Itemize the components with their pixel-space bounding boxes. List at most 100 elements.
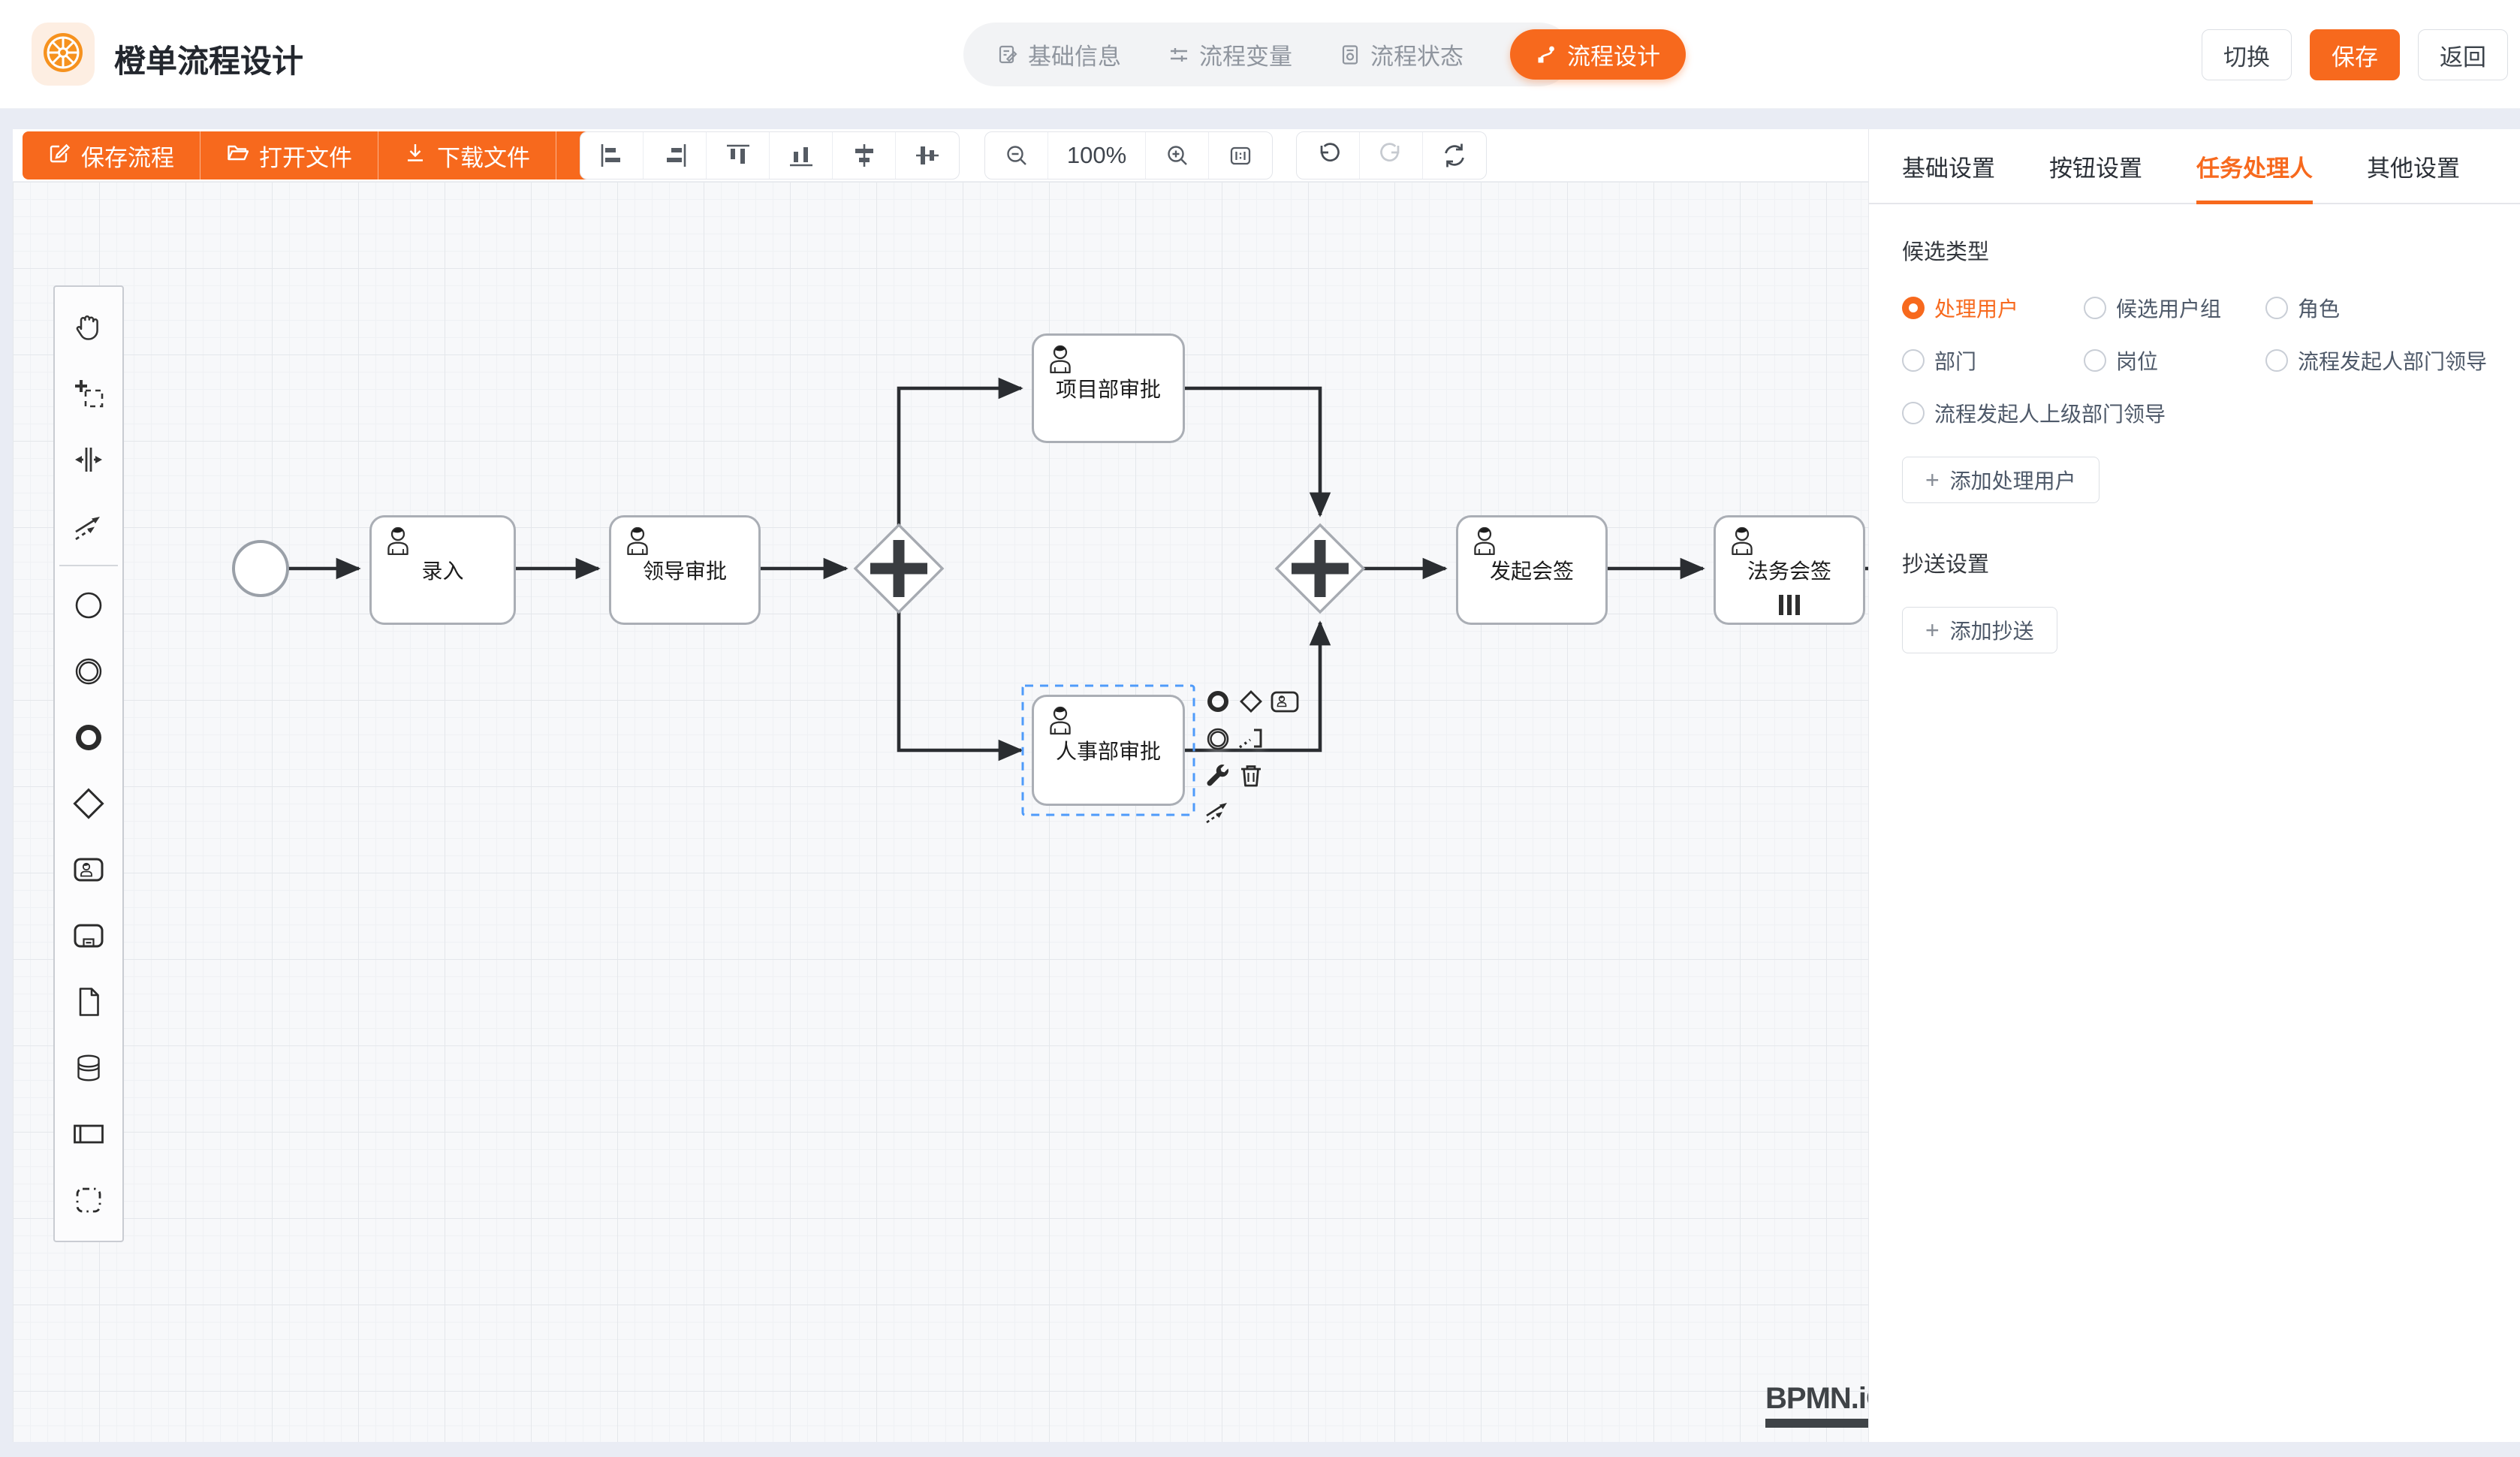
- create-data-store-icon[interactable]: [55, 1035, 122, 1101]
- radio-department[interactable]: 部门: [1902, 345, 2084, 376]
- status-icon: [1339, 44, 1361, 66]
- create-user-task-icon[interactable]: [55, 837, 122, 903]
- trash-icon[interactable]: [1237, 762, 1265, 790]
- download-file-button[interactable]: 下载文件: [378, 131, 556, 179]
- radio-initiator-dept-leader[interactable]: 流程发起人部门领导: [2265, 345, 2487, 376]
- button-label: 下载文件: [437, 139, 530, 173]
- start-event[interactable]: [234, 541, 288, 596]
- properties-panel: 基础设置 按钮设置 任务处理人 其他设置 候选类型 处理用户 候选用户组 角色: [1868, 129, 2520, 1442]
- history-button-group: [1296, 131, 1487, 179]
- add-cc-button[interactable]: + 添加抄送: [1902, 607, 2057, 653]
- task-node[interactable]: 项目部审批: [1032, 333, 1185, 443]
- task-node[interactable]: 录入: [369, 515, 516, 625]
- global-connect-tool-icon[interactable]: [55, 493, 122, 559]
- form-icon: [996, 44, 1019, 66]
- user-task-icon: [381, 523, 415, 563]
- lasso-tool-icon[interactable]: [55, 360, 122, 427]
- radio-candidate-user-group[interactable]: 候选用户组: [2084, 293, 2265, 323]
- undo-icon[interactable]: [1297, 132, 1360, 179]
- align-left-icon[interactable]: [580, 132, 644, 179]
- create-participant-icon[interactable]: [55, 1101, 122, 1167]
- create-end-event-icon[interactable]: [55, 704, 122, 771]
- radio-post[interactable]: 岗位: [2084, 345, 2265, 376]
- tab-label: 基础信息: [1028, 38, 1121, 71]
- tab-process-status[interactable]: 流程状态: [1339, 38, 1463, 71]
- sequence-flow[interactable]: [1185, 388, 1320, 515]
- append-text-annotation-icon[interactable]: [1237, 725, 1265, 753]
- append-intermediate-event-icon[interactable]: [1204, 725, 1232, 753]
- redo-icon[interactable]: [1360, 132, 1423, 179]
- radio-label: 处理用户: [1934, 293, 2018, 323]
- tab-basic-info[interactable]: 基础信息: [996, 38, 1121, 71]
- zoom-in-icon[interactable]: [1146, 132, 1209, 179]
- tab-label: 流程变量: [1199, 38, 1292, 71]
- space-tool-icon[interactable]: [55, 427, 122, 493]
- append-gateway-icon[interactable]: [1237, 689, 1265, 718]
- sequence-flow[interactable]: [899, 388, 1021, 525]
- radio-label: 候选用户组: [2116, 293, 2221, 323]
- create-group-icon[interactable]: [55, 1167, 122, 1233]
- open-file-button[interactable]: 打开文件: [200, 131, 378, 179]
- radio-dot: [1902, 402, 1925, 424]
- radio-dot: [1902, 349, 1925, 372]
- radio-initiator-upper-dept-leader[interactable]: 流程发起人上级部门领导: [1902, 398, 2487, 428]
- radio-label: 部门: [1934, 345, 1976, 376]
- sequence-flow[interactable]: [899, 612, 1021, 750]
- user-task-icon: [620, 523, 655, 563]
- folder-icon: [226, 141, 249, 170]
- radio-dot: [2084, 297, 2106, 319]
- switch-button[interactable]: 切换: [2202, 29, 2292, 80]
- create-intermediate-event-icon[interactable]: [55, 638, 122, 704]
- panel-tabs: 基础设置 按钮设置 任务处理人 其他设置: [1869, 129, 2520, 204]
- tab-button-settings[interactable]: 按钮设置: [2049, 129, 2142, 203]
- fit-viewport-icon[interactable]: [1209, 132, 1272, 179]
- task-node-selected[interactable]: 人事部审批: [1032, 695, 1185, 806]
- tab-process-design[interactable]: 流程设计: [1510, 29, 1686, 80]
- align-right-icon[interactable]: [644, 132, 707, 179]
- wrench-icon[interactable]: [1204, 762, 1232, 790]
- canvas-pane: 保存流程 打开文件 下载文件: [13, 129, 1868, 1442]
- align-center-vertical-icon[interactable]: [833, 132, 896, 179]
- task-node[interactable]: 领导审批: [609, 515, 761, 625]
- app-logo: [32, 23, 95, 86]
- create-start-event-icon[interactable]: [55, 572, 122, 638]
- user-task-icon: [1725, 523, 1759, 563]
- page-title: 橙单流程设计: [114, 36, 303, 82]
- bpmn-canvas[interactable]: 录入 领导审批: [13, 182, 1868, 1442]
- tab-process-variables[interactable]: 流程变量: [1168, 38, 1292, 71]
- create-data-object-icon[interactable]: [55, 969, 122, 1035]
- radio-handler-user[interactable]: 处理用户: [1902, 293, 2084, 323]
- plus-icon: +: [1925, 618, 1940, 642]
- zoom-out-icon[interactable]: [985, 132, 1048, 179]
- back-button[interactable]: 返回: [2418, 29, 2508, 80]
- parallel-gateway-split[interactable]: [855, 525, 942, 612]
- connect-icon[interactable]: [1204, 797, 1232, 825]
- radio-label: 岗位: [2116, 345, 2158, 376]
- bpmn-io-watermark[interactable]: BPMN.iO: [1765, 1382, 1868, 1428]
- align-center-horizontal-icon[interactable]: [896, 132, 959, 179]
- task-node[interactable]: 法务会签: [1714, 515, 1865, 625]
- save-button[interactable]: 保存: [2310, 29, 2400, 80]
- button-label: 打开文件: [259, 139, 352, 173]
- add-handler-user-button[interactable]: + 添加处理用户: [1902, 457, 2099, 503]
- tab-basic-settings[interactable]: 基础设置: [1902, 129, 1995, 203]
- candidate-type-title: 候选类型: [1902, 234, 2487, 266]
- hand-tool-icon[interactable]: [55, 294, 122, 360]
- create-subprocess-icon[interactable]: [55, 903, 122, 969]
- tab-task-assignee[interactable]: 任务处理人: [2196, 129, 2313, 203]
- align-top-icon[interactable]: [707, 132, 770, 179]
- tab-label: 流程状态: [1370, 38, 1463, 71]
- task-node[interactable]: 发起会签: [1456, 515, 1608, 625]
- palette-divider: [59, 565, 118, 566]
- align-bottom-icon[interactable]: [770, 132, 833, 179]
- reset-icon[interactable]: [1423, 132, 1486, 179]
- app-header: 橙单流程设计 基础信息 流程变量 流程状态: [0, 0, 2520, 109]
- header-nav: 基础信息 流程变量 流程状态: [963, 23, 1572, 86]
- save-process-button[interactable]: 保存流程: [23, 131, 200, 179]
- tab-other-settings[interactable]: 其他设置: [2367, 129, 2460, 203]
- append-user-task-icon[interactable]: [1270, 689, 1298, 718]
- radio-role[interactable]: 角色: [2265, 293, 2487, 323]
- append-end-event-icon[interactable]: [1204, 689, 1232, 718]
- parallel-gateway-join[interactable]: [1277, 525, 1364, 612]
- create-gateway-icon[interactable]: [55, 771, 122, 837]
